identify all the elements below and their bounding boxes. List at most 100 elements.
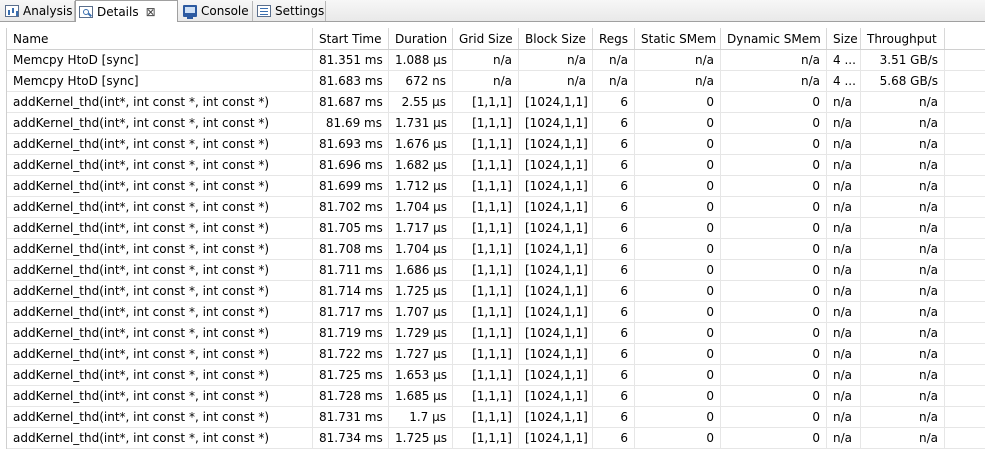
cell-block-size: [1024,1,1]: [519, 344, 593, 364]
cell-size: n/a: [827, 260, 861, 280]
cell-dynamic-smem: 0: [721, 197, 827, 217]
cell-regs: 6: [593, 197, 635, 217]
cell-start-time: 81.705 ms: [313, 218, 389, 238]
cell-grid-size: [1,1,1]: [453, 344, 519, 364]
cell-start-time: 81.728 ms: [313, 386, 389, 406]
column-header-start-time[interactable]: Start Time: [313, 28, 389, 49]
cell-static-smem: 0: [635, 239, 721, 259]
cell-throughput: n/a: [861, 281, 945, 301]
cell-duration: 1.727 µs: [389, 344, 453, 364]
cell-regs: 6: [593, 113, 635, 133]
cell-dynamic-smem: 0: [721, 407, 827, 427]
table-row[interactable]: addKernel_thd(int*, int const *, int con…: [7, 113, 985, 134]
cell-grid-size: [1,1,1]: [453, 239, 519, 259]
tab-details-label: Details: [97, 4, 139, 19]
close-tab-icon[interactable]: ⊠: [145, 5, 157, 19]
column-header-regs[interactable]: Regs: [593, 28, 635, 49]
column-header-static-smem[interactable]: Static SMem: [635, 28, 721, 49]
cell-start-time: 81.702 ms: [313, 197, 389, 217]
cell-dynamic-smem: 0: [721, 365, 827, 385]
table-row[interactable]: addKernel_thd(int*, int const *, int con…: [7, 281, 985, 302]
column-header-name[interactable]: Name: [7, 28, 313, 49]
table-row[interactable]: addKernel_thd(int*, int const *, int con…: [7, 302, 985, 323]
cell-duration: 2.55 µs: [389, 92, 453, 112]
table-row[interactable]: Memcpy HtoD [sync] 81.683 ms 672 ns n/a n/a n…: [7, 71, 985, 92]
table-row[interactable]: addKernel_thd(int*, int const *, int con…: [7, 92, 985, 113]
tab-details[interactable]: Details ⊠: [75, 0, 178, 22]
cell-name: addKernel_thd(int*, int const *, int con…: [7, 344, 313, 364]
cell-name: addKernel_thd(int*, int const *, int con…: [7, 113, 313, 133]
table-row[interactable]: addKernel_thd(int*, int const *, int con…: [7, 344, 985, 365]
table-row[interactable]: addKernel_thd(int*, int const *, int con…: [7, 260, 985, 281]
cell-regs: 6: [593, 176, 635, 196]
cell-start-time: 81.717 ms: [313, 302, 389, 322]
cell-grid-size: [1,1,1]: [453, 302, 519, 322]
tab-settings[interactable]: Settings: [254, 1, 326, 21]
table-row[interactable]: addKernel_thd(int*, int const *, int con…: [7, 218, 985, 239]
column-header-block-size[interactable]: Block Size: [519, 28, 593, 49]
cell-size: n/a: [827, 113, 861, 133]
cell-throughput: n/a: [861, 239, 945, 259]
table-row[interactable]: addKernel_thd(int*, int const *, int con…: [7, 197, 985, 218]
table-row[interactable]: addKernel_thd(int*, int const *, int con…: [7, 428, 985, 449]
cell-block-size: [1024,1,1]: [519, 428, 593, 448]
tab-analysis-label: Analysis: [23, 4, 73, 18]
cell-regs: n/a: [593, 50, 635, 70]
table-row[interactable]: addKernel_thd(int*, int const *, int con…: [7, 176, 985, 197]
cell-static-smem: 0: [635, 113, 721, 133]
tab-settings-label: Settings: [275, 4, 325, 18]
console-icon: [183, 5, 197, 19]
cell-throughput: n/a: [861, 407, 945, 427]
cell-duration: 1.725 µs: [389, 428, 453, 448]
column-header-size[interactable]: Size: [827, 28, 861, 49]
column-header-grid-size[interactable]: Grid Size: [453, 28, 519, 49]
cell-static-smem: 0: [635, 407, 721, 427]
table-row[interactable]: addKernel_thd(int*, int const *, int con…: [7, 386, 985, 407]
cell-duration: 1.729 µs: [389, 323, 453, 343]
cell-name: addKernel_thd(int*, int const *, int con…: [7, 197, 313, 217]
table-row[interactable]: addKernel_thd(int*, int const *, int con…: [7, 323, 985, 344]
cell-static-smem: 0: [635, 365, 721, 385]
cell-grid-size: [1,1,1]: [453, 428, 519, 448]
tab-console[interactable]: Console: [180, 1, 253, 21]
cell-size: n/a: [827, 323, 861, 343]
cell-static-smem: 0: [635, 281, 721, 301]
cell-start-time: 81.734 ms: [313, 428, 389, 448]
cell-block-size: [1024,1,1]: [519, 386, 593, 406]
column-header-duration[interactable]: Duration: [389, 28, 453, 49]
cell-block-size: [1024,1,1]: [519, 281, 593, 301]
table-row[interactable]: addKernel_thd(int*, int const *, int con…: [7, 365, 985, 386]
table-row[interactable]: Memcpy HtoD [sync] 81.351 ms 1.088 µs n/a n/…: [7, 50, 985, 71]
cell-size: n/a: [827, 176, 861, 196]
cell-throughput: n/a: [861, 344, 945, 364]
cell-throughput: n/a: [861, 113, 945, 133]
table-row[interactable]: addKernel_thd(int*, int const *, int con…: [7, 155, 985, 176]
cell-name: addKernel_thd(int*, int const *, int con…: [7, 407, 313, 427]
cell-duration: 1.653 µs: [389, 365, 453, 385]
table-row[interactable]: addKernel_thd(int*, int const *, int con…: [7, 239, 985, 260]
cell-grid-size: [1,1,1]: [453, 197, 519, 217]
cell-block-size: [1024,1,1]: [519, 407, 593, 427]
cell-dynamic-smem: 0: [721, 260, 827, 280]
cell-dynamic-smem: 0: [721, 218, 827, 238]
cell-static-smem: 0: [635, 155, 721, 175]
table-row[interactable]: addKernel_thd(int*, int const *, int con…: [7, 134, 985, 155]
cell-grid-size: [1,1,1]: [453, 281, 519, 301]
tab-analysis[interactable]: Analysis: [2, 1, 75, 21]
cell-regs: 6: [593, 302, 635, 322]
column-header-dynamic-smem[interactable]: Dynamic SMem: [721, 28, 827, 49]
cell-block-size: n/a: [519, 50, 593, 70]
cell-static-smem: n/a: [635, 50, 721, 70]
cell-static-smem: 0: [635, 218, 721, 238]
view-tab-bar: Analysis Details ⊠ Console Settings: [0, 0, 985, 22]
cell-regs: 6: [593, 281, 635, 301]
table-row[interactable]: addKernel_thd(int*, int const *, int con…: [7, 407, 985, 428]
cell-static-smem: n/a: [635, 71, 721, 91]
cell-start-time: 81.351 ms: [313, 50, 389, 70]
cell-name: addKernel_thd(int*, int const *, int con…: [7, 386, 313, 406]
cell-name: addKernel_thd(int*, int const *, int con…: [7, 281, 313, 301]
cell-regs: 6: [593, 239, 635, 259]
column-header-throughput[interactable]: Throughput: [861, 28, 945, 49]
cell-grid-size: [1,1,1]: [453, 260, 519, 280]
cell-start-time: 81.699 ms: [313, 176, 389, 196]
